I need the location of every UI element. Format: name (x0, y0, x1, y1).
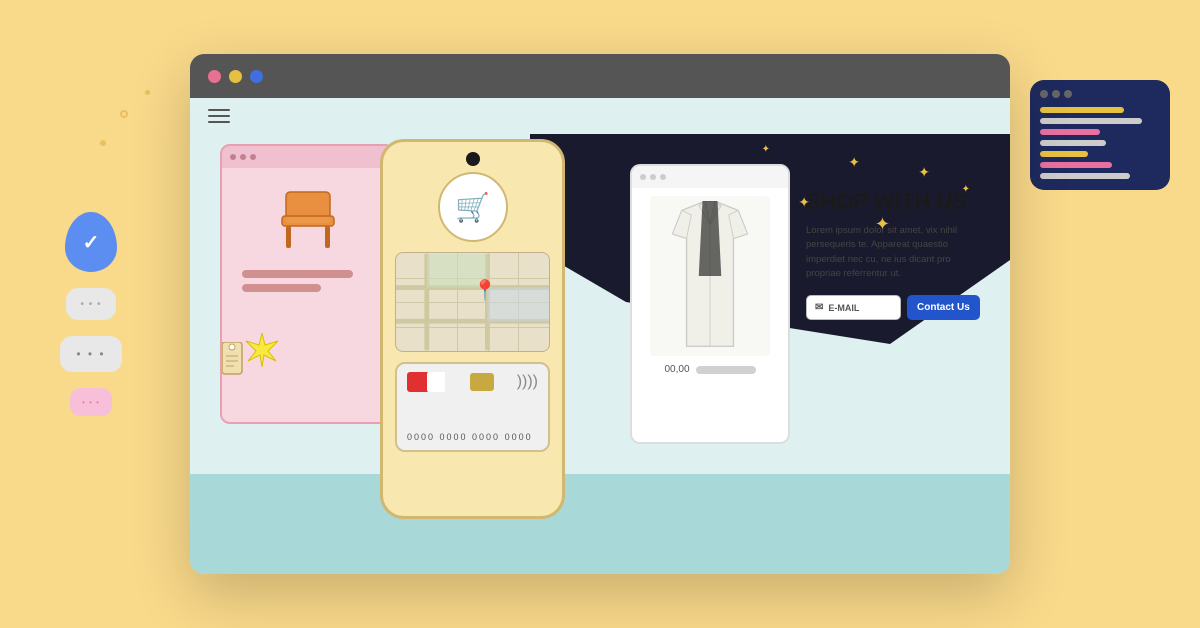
clothing-price-bar (696, 366, 756, 374)
map-pin-icon: 📍 (473, 278, 498, 303)
code-dot-3 (1064, 90, 1072, 98)
card-number: 0000 0000 0000 0000 (407, 432, 538, 442)
code-line-1 (1040, 107, 1124, 113)
shop-heading: SHOP WITH US (806, 190, 984, 214)
decorative-dot-2 (100, 140, 106, 146)
shirt-area (650, 196, 770, 356)
clothing-content: 00,00 (632, 188, 788, 383)
code-widget (1030, 80, 1170, 190)
star-5: ✦ (762, 144, 770, 155)
card-logo-white (427, 372, 445, 392)
chat-bubble-1 (66, 288, 116, 320)
code-dot-1 (1040, 90, 1048, 98)
clothing-dot-1 (640, 174, 646, 180)
hamburger-line-1 (208, 109, 230, 111)
code-line-7 (1040, 173, 1130, 179)
card-chip (470, 373, 494, 391)
cart-icon: 🛒 (455, 191, 490, 224)
clothing-window: 00,00 (630, 164, 790, 444)
browser-titlebar (190, 54, 1010, 98)
clothing-price-row: 00,00 (664, 364, 755, 375)
cart-circle: 🛒 (438, 172, 508, 242)
shop-lines (234, 270, 381, 292)
left-decorations (60, 212, 122, 416)
email-input-field[interactable]: ✉ E-MAIL (806, 295, 901, 320)
clothing-titlebar (632, 166, 788, 188)
shop-line-1 (242, 270, 353, 278)
code-line-4 (1040, 140, 1106, 146)
phone-notch (466, 152, 480, 166)
shirt-illustration (660, 201, 760, 351)
card-nfc-icon: )))) (517, 373, 538, 391)
shop-window-titlebar (222, 146, 393, 168)
card-top: )))) (407, 372, 538, 392)
browser-menubar (190, 98, 1010, 134)
code-line-5 (1040, 151, 1088, 157)
shop-dot-2 (240, 154, 246, 160)
chat-bubble-3 (70, 388, 112, 416)
browser-minimize-btn[interactable] (229, 70, 242, 83)
chair-illustration (268, 180, 348, 260)
contact-us-button[interactable]: Contact Us (907, 295, 980, 320)
shop-window-content (222, 168, 393, 304)
email-placeholder: E-MAIL (828, 303, 859, 313)
chat-bubble-2 (60, 336, 122, 372)
map-area: 📍 (395, 252, 550, 352)
email-row: ✉ E-MAIL Contact Us (806, 295, 984, 320)
clothing-dot-3 (660, 174, 666, 180)
browser-maximize-btn[interactable] (250, 70, 263, 83)
shop-dot-1 (230, 154, 236, 160)
code-line-2 (1040, 118, 1142, 124)
star-2: ✦ (848, 154, 860, 171)
card-logo (407, 372, 447, 392)
shop-dot-3 (250, 154, 256, 160)
phone-content: 🛒 (383, 142, 562, 464)
clothing-price: 00,00 (664, 364, 689, 375)
code-dot-2 (1052, 90, 1060, 98)
clothing-dot-2 (650, 174, 656, 180)
shop-description: Lorem ipsum dolor sit amet, vix nihil pe… (806, 224, 984, 281)
hamburger-icon[interactable] (208, 109, 230, 123)
card-logo-red (407, 372, 437, 392)
shop-line-2 (242, 284, 321, 292)
decorative-dot-1 (120, 110, 128, 118)
price-tag-icon (220, 342, 247, 382)
credit-card: )))) 0000 0000 0000 0000 (395, 362, 550, 452)
floor (190, 474, 1010, 574)
hamburger-line-3 (208, 121, 230, 123)
code-line-6 (1040, 162, 1112, 168)
decorative-dot-3 (145, 90, 150, 95)
mobile-phone: 🛒 (380, 139, 565, 519)
browser-content: ✦ ✦ ✦ ✦ ✦ ✦ ✦ ✦ (190, 134, 1010, 574)
browser-window: ✦ ✦ ✦ ✦ ✦ ✦ ✦ ✦ (190, 54, 1010, 574)
code-line-3 (1040, 129, 1100, 135)
burst-icon (244, 331, 280, 367)
right-panel: SHOP WITH US Lorem ipsum dolor sit amet,… (790, 174, 1000, 336)
browser-close-btn[interactable] (208, 70, 221, 83)
email-icon: ✉ (815, 302, 823, 313)
shield-icon (65, 212, 117, 272)
code-widget-dots (1040, 90, 1160, 98)
shop-window-pink (220, 144, 395, 424)
hamburger-line-2 (208, 115, 230, 117)
